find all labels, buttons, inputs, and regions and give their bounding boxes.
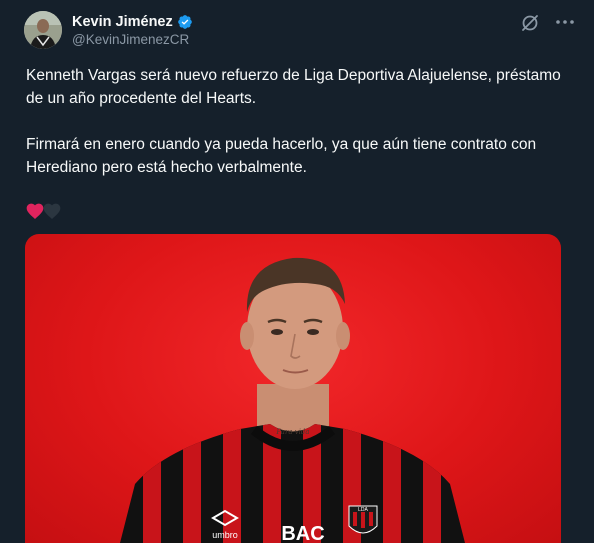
tweet-header: Kevin Jiménez @KevinJimenezCR — [24, 10, 193, 50]
more-options-icon[interactable] — [553, 10, 577, 34]
grok-icon[interactable] — [520, 13, 540, 33]
author-handle[interactable]: @KevinJimenezCR — [72, 32, 193, 47]
author-display-name[interactable]: Kevin Jiménez — [72, 14, 173, 30]
tweet-paragraph-2: Firmará en enero cuando ya pueda hacerlo… — [26, 136, 537, 176]
avatar[interactable] — [24, 11, 62, 49]
shirt-brand: umbro — [212, 530, 238, 540]
dark-heart-icon — [42, 201, 62, 221]
tweet-text: Kenneth Vargas será nuevo refuerzo de Li… — [26, 64, 571, 202]
reactions[interactable] — [25, 201, 62, 221]
tweet-card: Kevin Jiménez @KevinJimenezCR Kenneth Va… — [0, 0, 594, 543]
crest-text: LDA — [358, 507, 368, 513]
tweet-media-image[interactable]: Para vida BAC umbro LDA — [25, 234, 561, 543]
tweet-paragraph-1: Kenneth Vargas será nuevo refuerzo de Li… — [26, 67, 561, 107]
name-row: Kevin Jiménez — [72, 14, 193, 30]
shirt-sponsor: BAC — [281, 523, 324, 543]
club-crest-icon: LDA — [348, 505, 378, 534]
neck-tattoo: Para vida — [275, 428, 309, 436]
verified-badge-icon — [177, 14, 193, 30]
author-identity: Kevin Jiménez @KevinJimenezCR — [72, 14, 193, 47]
player-photo: Para vida BAC umbro LDA — [120, 257, 465, 543]
